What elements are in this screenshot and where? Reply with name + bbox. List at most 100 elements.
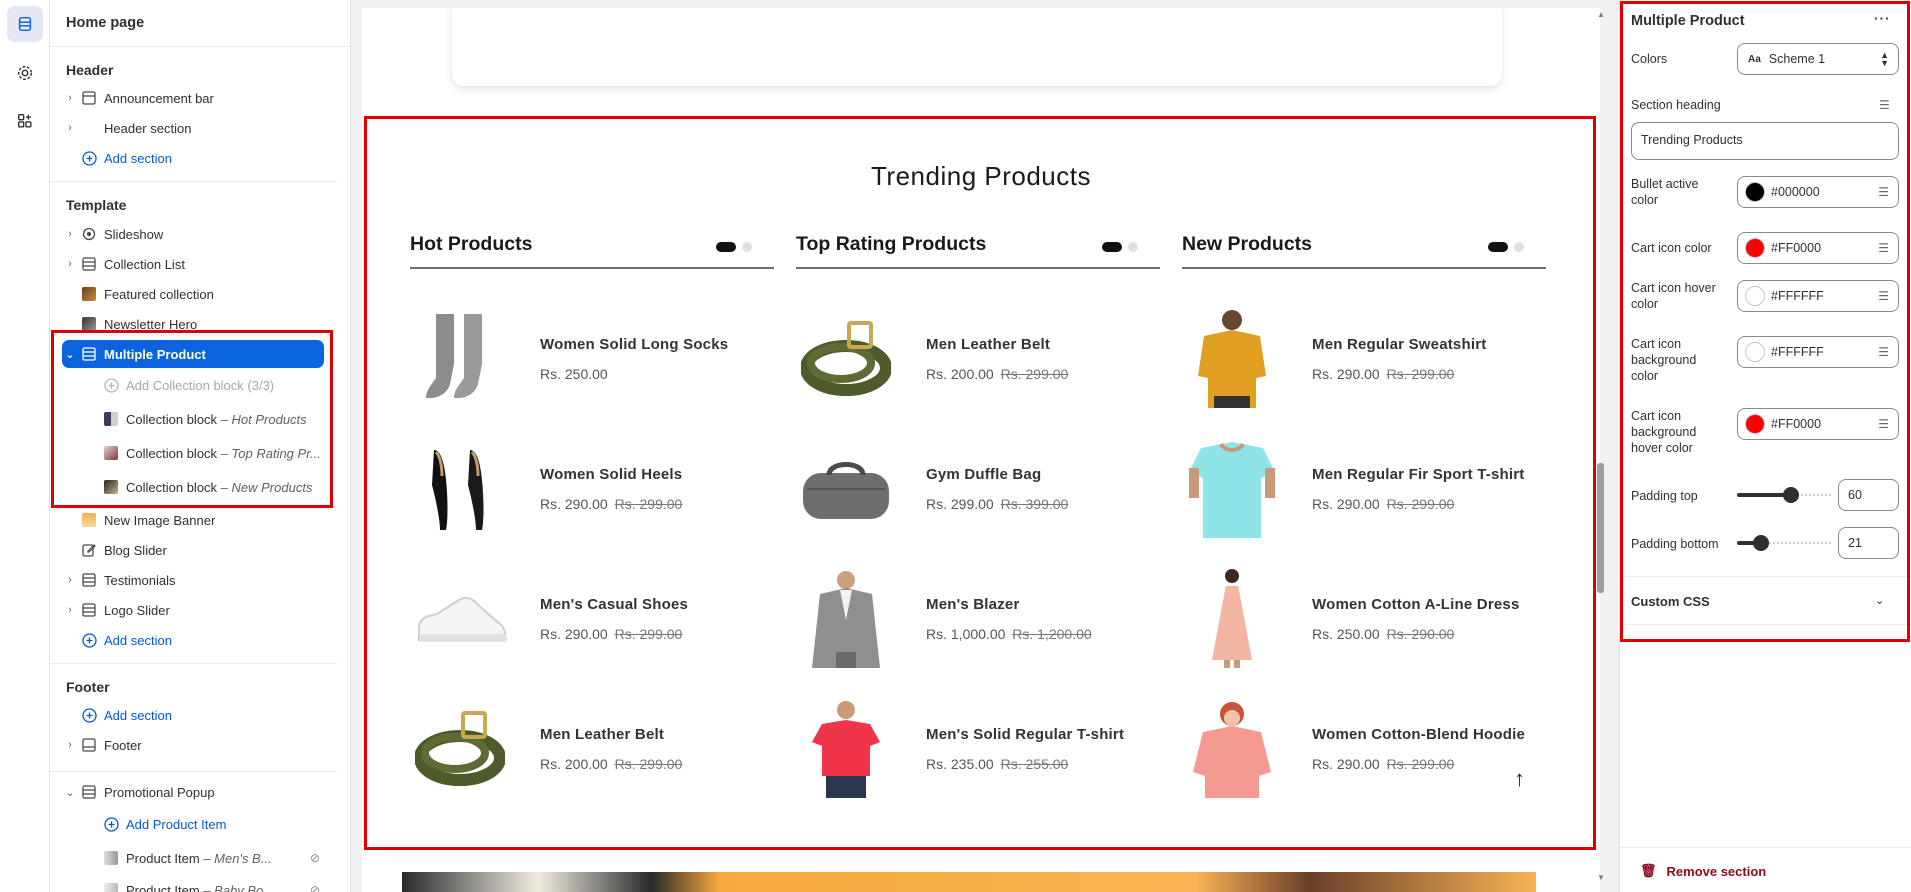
thumbnail-icon (80, 285, 98, 303)
tree-item-multiple-product[interactable]: ⌄ Multiple Product (62, 340, 324, 368)
tshirt-blue-icon[interactable] (1182, 438, 1282, 538)
scroll-up-arrow-icon[interactable]: ▲ (1597, 10, 1605, 19)
chevron-right-icon[interactable]: › (62, 258, 78, 270)
eye-hidden-icon[interactable]: ⊘ (310, 883, 320, 892)
product-card[interactable]: Men Leather Belt Rs. 200.00 Rs. 299.00 (410, 698, 774, 798)
chevron-right-icon[interactable]: › (62, 739, 78, 751)
scroll-down-arrow-icon[interactable]: ▼ (1597, 873, 1605, 882)
product-card[interactable]: Women Cotton A-Line Dress Rs. 250.00 Rs.… (1182, 568, 1546, 668)
dynamic-source-icon[interactable]: ☰ (1878, 345, 1889, 359)
color-scheme-select[interactable]: Aa Scheme 1 ▲ ▼ (1737, 43, 1899, 75)
bullet-active-color-picker[interactable]: #000000 ☰ (1737, 176, 1899, 208)
add-section-footer-button[interactable]: Add section (62, 701, 324, 729)
remove-section-button[interactable]: 🗑 Remove section (1640, 863, 1766, 879)
dress-icon[interactable] (1182, 568, 1282, 668)
tree-item-collection-block-new[interactable]: Collection block – New Products (62, 473, 324, 501)
tree-item-collection-block-top-rating[interactable]: Collection block – Top Rating Pr... (62, 439, 324, 467)
chevron-down-icon[interactable]: ⌄ (1875, 594, 1884, 607)
tree-item-product-item-2[interactable]: Product Item – Baby Bo... ⊘ (62, 876, 324, 892)
dynamic-source-icon[interactable]: ☰ (1878, 289, 1889, 303)
add-section-template-button[interactable]: Add section (62, 626, 324, 654)
color-swatch[interactable] (1745, 238, 1765, 258)
dynamic-source-icon[interactable]: ☰ (1879, 98, 1890, 112)
slider-handle[interactable] (1783, 487, 1799, 503)
cart-icon-background-color-picker[interactable]: #FFFFFF ☰ (1737, 336, 1899, 368)
tree-item-logo-slider[interactable]: › Logo Slider (62, 596, 324, 624)
tree-item-newsletter-hero[interactable]: Newsletter Hero (62, 310, 324, 338)
chevron-right-icon[interactable]: › (62, 574, 78, 586)
slider-dots[interactable] (1102, 242, 1138, 252)
color-swatch[interactable] (1745, 414, 1765, 434)
hoodie-icon[interactable] (1182, 698, 1282, 798)
product-card[interactable]: Women Cotton-Blend Hoodie Rs. 290.00 Rs.… (1182, 698, 1546, 798)
chevron-right-icon[interactable]: › (62, 604, 78, 616)
product-card[interactable]: Men Regular Fir Sport T-shirt Rs. 290.00… (1182, 438, 1546, 538)
padding-bottom-input[interactable]: 21 (1838, 527, 1899, 559)
cart-icon-color-picker[interactable]: #FF0000 ☰ (1737, 232, 1899, 264)
sections-icon[interactable] (7, 6, 43, 42)
tree-item-featured-collection[interactable]: Featured collection (62, 280, 324, 308)
tree-item-testimonials[interactable]: › Testimonials (62, 566, 324, 594)
slider-handle[interactable] (1753, 535, 1769, 551)
dynamic-source-icon[interactable]: ☰ (1878, 185, 1889, 199)
tree-item-promotional-popup[interactable]: ⌄ Promotional Popup (62, 778, 324, 806)
tree-item-footer[interactable]: › Footer (62, 731, 324, 759)
add-collection-block-button[interactable]: Add Collection block (3/3) (62, 371, 324, 399)
chevron-right-icon[interactable]: › (62, 122, 78, 134)
tree-item-header-section[interactable]: › Header section (62, 114, 324, 142)
eye-hidden-icon[interactable]: ⊘ (310, 851, 320, 865)
product-card[interactable]: Men Regular Sweatshirt Rs. 290.00 Rs. 29… (1182, 308, 1546, 408)
duffle-bag-icon[interactable] (796, 438, 896, 538)
product-card[interactable]: Men's Blazer Rs. 1,000.00 Rs. 1,200.00 (796, 568, 1160, 668)
padding-bottom-slider[interactable] (1737, 533, 1831, 553)
padding-top-input[interactable]: 60 (1838, 479, 1899, 511)
heels-icon[interactable] (410, 438, 510, 538)
tshirt-red-icon[interactable] (796, 698, 896, 798)
product-card[interactable]: Men Leather Belt Rs. 200.00 Rs. 299.00 (796, 308, 1160, 408)
tree-item-collection-list[interactable]: › Collection List (62, 250, 324, 278)
chevron-right-icon[interactable]: › (62, 92, 78, 104)
sneaker-icon[interactable] (410, 568, 510, 668)
chevron-down-icon[interactable]: ⌄ (62, 786, 78, 799)
product-card[interactable]: Men's Solid Regular T-shirt Rs. 235.00 R… (796, 698, 1160, 798)
dynamic-source-icon[interactable]: ☰ (1878, 241, 1889, 255)
tree-item-product-item-1[interactable]: Product Item – Men's B... ⊘ (62, 844, 324, 872)
cart-icon-hover-color-label: Cart icon hover color (1631, 281, 1716, 311)
add-section-header-button[interactable]: Add section (62, 144, 324, 172)
dynamic-source-icon[interactable]: ☰ (1878, 417, 1889, 431)
select-arrows-icon: ▲ ▼ (1880, 50, 1889, 68)
blazer-icon[interactable] (796, 568, 896, 668)
product-card[interactable]: Women Solid Heels Rs. 290.00 Rs. 299.00 (410, 438, 774, 538)
color-swatch[interactable] (1745, 342, 1765, 362)
back-to-top-arrow-icon[interactable]: ↑ (1514, 766, 1525, 792)
custom-css-toggle[interactable]: Custom CSS (1631, 594, 1710, 609)
add-product-item-button[interactable]: Add Product Item (62, 810, 324, 838)
more-options-icon[interactable]: ⋯ (1873, 9, 1891, 29)
slider-dots[interactable] (716, 242, 752, 252)
settings-gear-icon[interactable] (7, 55, 43, 91)
tree-item-announcement-bar[interactable]: › Announcement bar (62, 84, 324, 112)
color-swatch[interactable] (1745, 286, 1765, 306)
belt-icon[interactable] (796, 308, 896, 408)
chevron-down-icon[interactable]: ⌄ (62, 348, 78, 361)
slider-dots[interactable] (1488, 242, 1524, 252)
apps-icon[interactable] (7, 103, 43, 139)
product-card[interactable]: Gym Duffle Bag Rs. 299.00 Rs. 399.00 (796, 438, 1160, 538)
tree-item-collection-block-hot[interactable]: Collection block – Hot Products (62, 405, 324, 433)
chevron-right-icon[interactable]: › (62, 228, 78, 240)
preview-scrollbar[interactable] (1597, 463, 1604, 593)
tree-item-slideshow[interactable]: › Slideshow (62, 220, 324, 248)
sweatshirt-icon[interactable] (1182, 308, 1282, 408)
section-heading-input[interactable]: Trending Products (1631, 122, 1899, 160)
tree-item-new-image-banner[interactable]: New Image Banner (62, 506, 324, 534)
padding-top-slider[interactable] (1737, 485, 1831, 505)
preview-canvas: Trending Products Hot Products Women Sol… (352, 0, 1619, 892)
socks-icon[interactable] (410, 308, 510, 408)
color-swatch[interactable] (1745, 182, 1765, 202)
cart-icon-background-hover-color-picker[interactable]: #FF0000 ☰ (1737, 408, 1899, 440)
cart-icon-hover-color-picker[interactable]: #FFFFFF ☰ (1737, 280, 1899, 312)
belt-icon[interactable] (410, 698, 510, 798)
tree-item-blog-slider[interactable]: Blog Slider (62, 536, 324, 564)
product-card[interactable]: Women Solid Long Socks Rs. 250.00 (410, 308, 774, 408)
product-card[interactable]: Men's Casual Shoes Rs. 290.00 Rs. 299.00 (410, 568, 774, 668)
